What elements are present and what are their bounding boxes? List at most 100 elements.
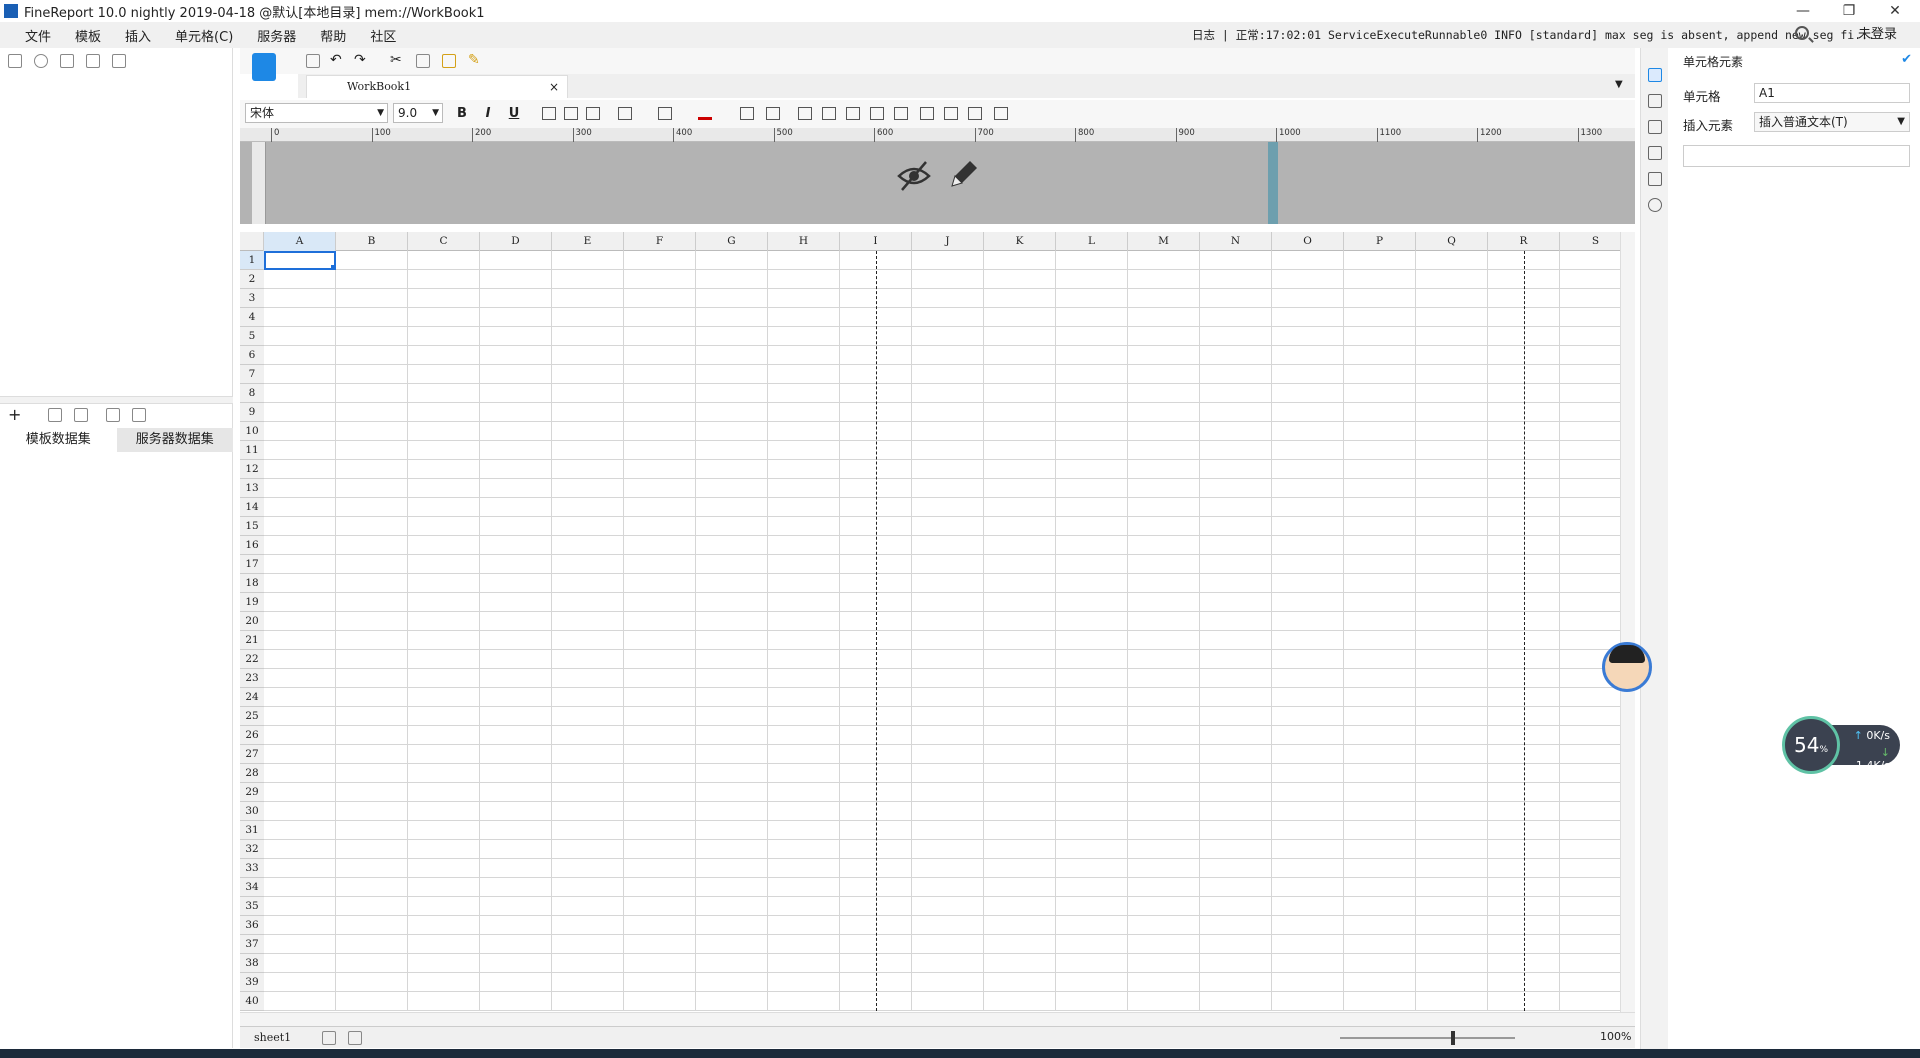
row-header-6[interactable]: 6	[240, 346, 264, 365]
chart-icon[interactable]	[894, 107, 908, 120]
column-header-c[interactable]: C	[408, 232, 480, 251]
refresh-icon[interactable]	[34, 54, 48, 68]
row-header-17[interactable]: 17	[240, 555, 264, 574]
delete-icon[interactable]	[112, 54, 126, 68]
pencil-icon[interactable]	[946, 156, 982, 192]
column-header-k[interactable]: K	[984, 232, 1056, 251]
row-header-30[interactable]: 30	[240, 802, 264, 821]
row-header-24[interactable]: 24	[240, 688, 264, 707]
font-family-select[interactable]: 宋体 ▼	[245, 103, 388, 123]
menu-cell[interactable]: 单元格(C)	[163, 26, 245, 45]
row-header-9[interactable]: 9	[240, 403, 264, 422]
rich-text-icon[interactable]	[846, 107, 860, 120]
spreadsheet-grid[interactable]: ABCDEFGHIJKLMNOPQRS 1 2 3 4 5 6 7 8 9 10 11 12 13 14 1…	[240, 232, 1620, 1012]
row-header-21[interactable]: 21	[240, 631, 264, 650]
column-header-o[interactable]: O	[1272, 232, 1344, 251]
add-sheet-icon[interactable]	[322, 1031, 336, 1045]
row-header-33[interactable]: 33	[240, 859, 264, 878]
column-header-j[interactable]: J	[912, 232, 984, 251]
cell-area[interactable]	[264, 251, 1620, 1011]
merge-cells-icon[interactable]	[740, 107, 754, 120]
row-header-31[interactable]: 31	[240, 821, 264, 840]
cut-icon[interactable]: ✂	[390, 53, 404, 68]
row-header-14[interactable]: 14	[240, 498, 264, 517]
row-header-23[interactable]: 23	[240, 669, 264, 688]
menu-community[interactable]: 社区	[358, 26, 408, 45]
menu-file[interactable]: 文件	[13, 26, 63, 45]
paste-icon[interactable]	[442, 54, 456, 68]
row-header-22[interactable]: 22	[240, 650, 264, 669]
page-boundary-marker[interactable]	[1268, 142, 1278, 224]
column-header-a[interactable]: A	[264, 232, 336, 251]
column-header-f[interactable]: F	[624, 232, 696, 251]
italic-button[interactable]: I	[478, 104, 498, 124]
tab-close-icon[interactable]: ×	[549, 76, 559, 98]
column-header-q[interactable]: Q	[1416, 232, 1488, 251]
insert-element-select[interactable]: 插入普通文本(T) ▼	[1754, 112, 1910, 132]
cell-content-field[interactable]	[1683, 145, 1910, 167]
row-header-11[interactable]: 11	[240, 441, 264, 460]
column-header-r[interactable]: R	[1488, 232, 1560, 251]
column-header-m[interactable]: M	[1128, 232, 1200, 251]
pin-icon[interactable]: ✔	[1901, 52, 1912, 67]
menu-template[interactable]: 模板	[63, 26, 113, 45]
selected-cell[interactable]	[264, 251, 336, 270]
font-color-icon[interactable]	[698, 107, 712, 120]
row-header-4[interactable]: 4	[240, 308, 264, 327]
row-header-18[interactable]: 18	[240, 574, 264, 593]
vertical-scrollbar[interactable]	[1620, 232, 1635, 1012]
preview-icon[interactable]	[106, 408, 120, 422]
menu-help[interactable]: 帮助	[308, 26, 358, 45]
edit-icon[interactable]	[48, 408, 62, 422]
formula-icon[interactable]	[870, 107, 884, 120]
redo-icon[interactable]: ↷	[354, 53, 368, 68]
row-header-20[interactable]: 20	[240, 612, 264, 631]
tab-menu-icon[interactable]: ▼	[1615, 79, 1629, 93]
widget-settings-icon[interactable]	[1648, 146, 1662, 160]
bold-button[interactable]: B	[452, 104, 472, 124]
align-right-icon[interactable]	[586, 107, 600, 120]
zoom-knob[interactable]	[1451, 1031, 1455, 1045]
float-element-icon[interactable]	[1648, 120, 1662, 134]
sheet-tab[interactable]: sheet1	[244, 1029, 291, 1047]
eye-hidden-icon[interactable]	[896, 158, 932, 194]
tab-workbook[interactable]: WorkBook1 ×	[306, 75, 568, 98]
row-header-19[interactable]: 19	[240, 593, 264, 612]
font-size-select[interactable]: 9.0 ▼	[393, 103, 443, 123]
menu-server[interactable]: 服务器	[245, 26, 308, 45]
text-element-icon[interactable]	[822, 107, 836, 120]
float-element-icon[interactable]	[994, 107, 1008, 120]
horizontal-scrollbar[interactable]	[240, 1012, 1635, 1026]
row-header-29[interactable]: 29	[240, 783, 264, 802]
row-header-27[interactable]: 27	[240, 745, 264, 764]
row-header-5[interactable]: 5	[240, 327, 264, 346]
network-monitor-widget[interactable]: ↑ 0K/s ↓ 1.4K/s 54%	[1782, 716, 1900, 774]
maximize-button[interactable]: ❐	[1826, 0, 1872, 22]
panel-splitter[interactable]	[0, 396, 233, 404]
row-header-37[interactable]: 37	[240, 935, 264, 954]
close-button[interactable]: ✕	[1872, 0, 1918, 22]
fill-handle[interactable]	[331, 265, 336, 270]
save-icon[interactable]	[306, 54, 320, 68]
column-header-b[interactable]: B	[336, 232, 408, 251]
underline-button[interactable]: U	[504, 104, 524, 124]
align-left-icon[interactable]	[542, 107, 556, 120]
cell-element-icon[interactable]	[1648, 68, 1662, 82]
format-painter-icon[interactable]: ✎	[468, 53, 482, 68]
minimize-button[interactable]: —	[1780, 0, 1826, 22]
row-header-36[interactable]: 36	[240, 916, 264, 935]
new-file-icon[interactable]	[8, 54, 22, 68]
column-header-i[interactable]: I	[840, 232, 912, 251]
insert-row-icon[interactable]	[798, 107, 812, 120]
search-icon[interactable]	[1795, 26, 1809, 40]
row-header-39[interactable]: 39	[240, 973, 264, 992]
cell-name-field[interactable]: A1	[1754, 83, 1910, 103]
cell-attribute-icon[interactable]	[1648, 94, 1662, 108]
row-header-2[interactable]: 2	[240, 270, 264, 289]
fill-color-icon[interactable]	[658, 107, 672, 120]
row-header-3[interactable]: 3	[240, 289, 264, 308]
hyperlink-icon[interactable]	[1648, 198, 1662, 212]
row-header-13[interactable]: 13	[240, 479, 264, 498]
add-report-sheet-icon[interactable]	[348, 1031, 362, 1045]
row-header-8[interactable]: 8	[240, 384, 264, 403]
